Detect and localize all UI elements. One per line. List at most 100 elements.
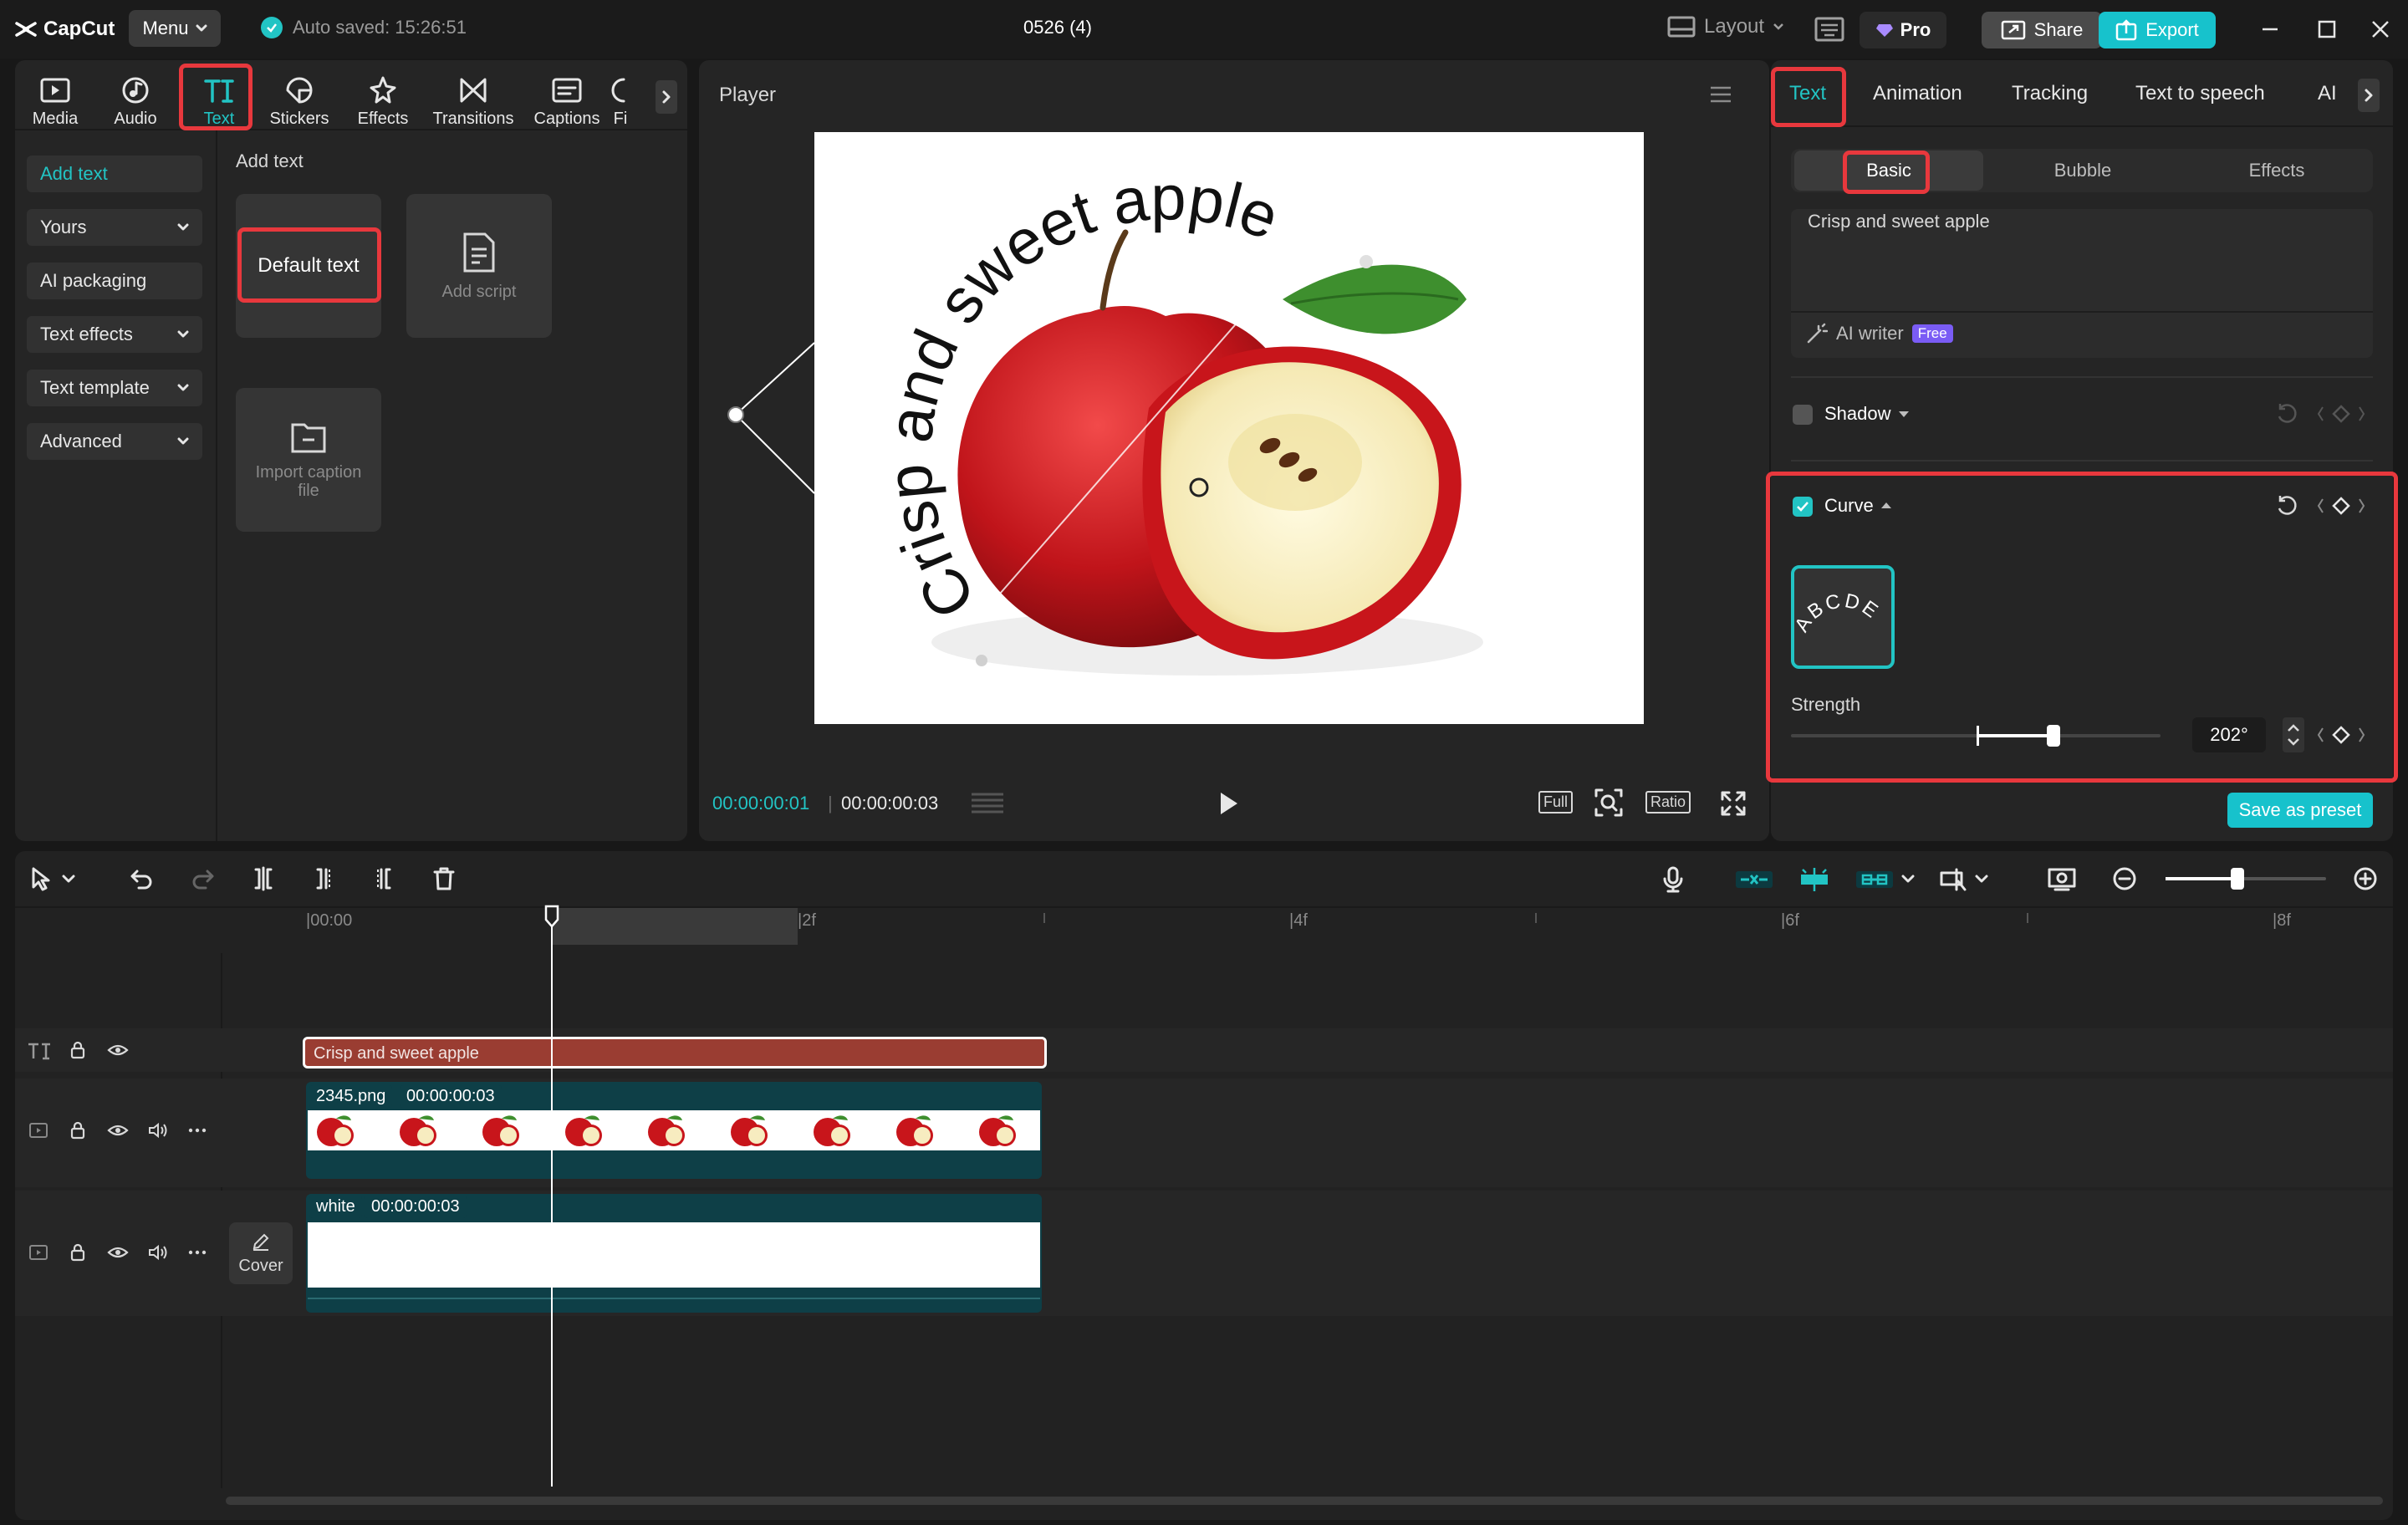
linkage-button[interactable] [1854,866,1921,893]
main-track-magnet-button[interactable] [1734,866,1774,893]
shadow-reset-button[interactable] [2274,401,2299,426]
tool-stickers[interactable]: Stickers [261,69,338,129]
video-canvas[interactable]: Crisp and sweet apple [814,132,1644,724]
text-input[interactable]: Crisp and sweet apple [1808,211,1990,232]
tool-media[interactable]: Media [17,69,94,129]
strength-stepper[interactable] [2283,717,2304,752]
curve-keyframe-button[interactable] [2316,495,2366,517]
zoom-slider-thumb[interactable] [2231,868,2245,890]
sidebar-item-yours[interactable]: Yours [27,209,202,246]
tabs-scroll-right[interactable] [2358,79,2380,112]
zoom-in-button[interactable] [2353,866,2378,891]
subtab-bubble[interactable]: Bubble [1988,150,2177,191]
pro-button[interactable]: Pro [1860,12,1946,48]
ruler-tick [2027,913,2028,923]
menu-button[interactable]: Menu [129,10,221,47]
video-track-mute[interactable] [147,1122,169,1139]
zoom-out-button[interactable] [2112,866,2137,891]
curve-toggle[interactable]: Curve [1824,495,1892,517]
sidebar-item-text-effects[interactable]: Text effects [27,316,202,353]
sidebar-item-advanced[interactable]: Advanced [27,423,202,460]
sidebar-item-label: Text effects [40,324,133,344]
video-track-lock[interactable] [69,1120,87,1140]
strength-input[interactable]: 202° [2192,717,2266,752]
strength-slider[interactable] [1791,725,2161,747]
playhead-handle[interactable] [543,905,560,928]
tool-transitions[interactable]: Transitions [432,69,514,129]
zoom-fit-button[interactable] [1594,788,1624,818]
bg-track-mute[interactable] [147,1244,169,1261]
resize-handle-icon[interactable] [727,406,744,423]
tool-captions[interactable]: Captions [528,69,605,129]
shortcuts-button[interactable] [1814,17,1844,42]
curve-preset-preview: ABCDE [1794,589,1881,636]
add-script-card[interactable]: Add script [406,194,552,338]
add-script-label: Add script [441,282,517,301]
delete-button[interactable] [431,866,457,891]
auto-snap-button[interactable] [1794,866,1834,893]
text-track-visibility[interactable] [107,1042,129,1058]
bg-track-visibility[interactable] [107,1244,129,1261]
trim-left-button[interactable] [311,866,336,891]
trim-right-button[interactable] [371,866,396,891]
curve-preset[interactable]: ABCDE [1791,565,1895,669]
tab-text-to-speech[interactable]: Text to speech [2135,82,2265,105]
cover-button[interactable]: Cover [229,1222,293,1284]
export-button[interactable]: Export [2099,12,2216,48]
tab-animation[interactable]: Animation [1873,82,1962,105]
ai-writer-button[interactable]: AI writer Free [1806,323,1953,344]
video-track-more[interactable] [187,1122,207,1139]
shadow-keyframe-button[interactable] [2316,403,2366,425]
video-track-visibility[interactable] [107,1122,129,1139]
curve-reset-button[interactable] [2274,493,2299,518]
shadow-checkbox[interactable] [1793,405,1813,425]
timeline-scrollbar[interactable] [226,1497,2383,1505]
share-button[interactable]: Share [1982,12,2102,48]
record-voice-button[interactable] [1661,866,1686,893]
bg-track-lock[interactable] [69,1242,87,1262]
ratio-button[interactable]: Ratio [1645,791,1691,814]
redo-button[interactable] [191,866,216,891]
text-track-lock[interactable] [69,1040,87,1060]
save-preset-button[interactable]: Save as preset [2227,793,2373,828]
zoom-slider[interactable] [2166,868,2326,890]
preview-axis-button[interactable] [1938,866,1993,893]
import-caption-label: Import caption file [255,463,362,500]
split-button[interactable] [251,866,276,891]
tool-effects[interactable]: Effects [344,69,421,129]
play-button[interactable] [1216,789,1241,818]
undo-icon [130,870,152,890]
timeline-thumbnail-button[interactable] [2047,866,2077,893]
section-divider [1791,460,2373,462]
minimize-button[interactable] [2258,17,2283,42]
timecode-toggle[interactable] [968,791,1007,816]
sidebar-item-ai-packaging[interactable]: AI packaging [27,263,202,299]
bg-track-more[interactable] [187,1244,207,1261]
curve-checkbox[interactable] [1793,497,1813,517]
shadow-toggle[interactable]: Shadow [1824,403,1910,425]
maximize-button[interactable] [2314,17,2339,42]
tab-tracking[interactable]: Tracking [2012,82,2088,105]
strength-keyframe-button[interactable] [2316,724,2366,746]
layout-button[interactable]: Layout [1667,15,1784,38]
full-quality-button[interactable]: Full [1538,791,1574,814]
undo-button[interactable] [129,866,154,891]
split-icon [254,866,273,891]
select-tool-button[interactable] [28,866,77,891]
fullscreen-button[interactable] [1719,789,1747,818]
subtab-effects[interactable]: Effects [2182,150,2371,191]
sidebar-item-add-text[interactable]: Add text [27,156,202,192]
sidebar-item-text-template[interactable]: Text template [27,370,202,406]
playhead-line[interactable] [551,918,553,1487]
text-clip[interactable]: Crisp and sweet apple [303,1037,1047,1069]
tool-filters[interactable]: Fi [604,69,637,129]
strength-slider-thumb[interactable] [2046,725,2060,747]
toolbar-scroll-right[interactable] [656,80,677,114]
selection-box[interactable] [726,318,818,518]
player-menu-button[interactable] [1707,84,1734,105]
import-caption-card[interactable]: Import caption file [236,388,381,532]
close-button[interactable] [2368,17,2393,42]
tool-audio[interactable]: Audio [97,69,174,129]
highlight-basic-subtab [1843,150,1930,194]
tab-ai[interactable]: AI [2318,82,2346,105]
